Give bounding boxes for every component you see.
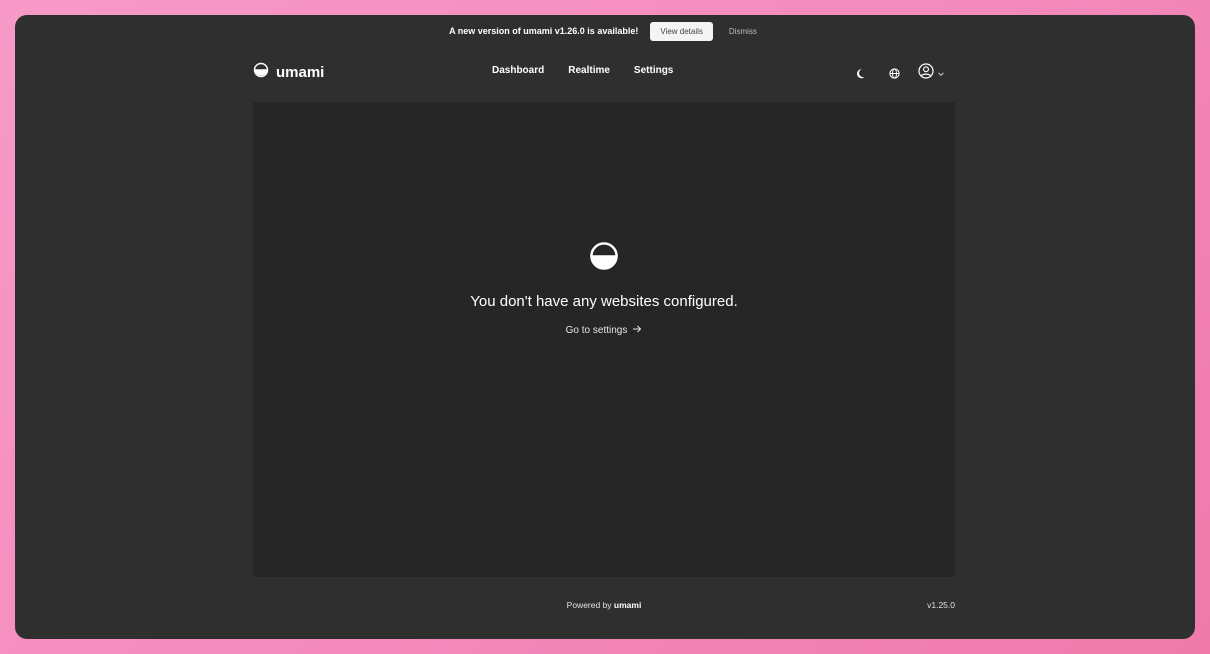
empty-state-message: You don't have any websites configured. — [470, 293, 738, 310]
brand-name: umami — [276, 63, 325, 81]
update-message: A new version of umami v1.26.0 is availa… — [449, 26, 639, 36]
powered-by: Powered by umami — [253, 600, 955, 610]
powered-by-label: Powered by — [566, 600, 612, 610]
footer: Powered by umami v1.25.0 — [253, 600, 955, 614]
powered-by-brand-link[interactable]: umami — [614, 600, 641, 610]
go-to-settings-link[interactable]: Go to settings — [566, 324, 643, 337]
nav-settings[interactable]: Settings — [634, 65, 673, 76]
app-window: A new version of umami v1.26.0 is availa… — [15, 15, 1195, 639]
empty-state: You don't have any websites configured. … — [253, 241, 955, 337]
nav-realtime[interactable]: Realtime — [568, 65, 610, 76]
update-banner: A new version of umami v1.26.0 is availa… — [15, 15, 1195, 47]
umami-logo-icon — [253, 62, 269, 83]
umami-logo-icon — [589, 241, 619, 276]
brand-logo[interactable]: umami — [253, 62, 453, 83]
chevron-down-icon — [937, 65, 945, 83]
app-version: v1.25.0 — [927, 600, 955, 610]
nav-dashboard[interactable]: Dashboard — [492, 65, 544, 76]
moon-icon[interactable] — [854, 66, 870, 82]
dismiss-button[interactable]: Dismiss — [725, 27, 761, 36]
main-nav: Dashboard Realtime Settings — [492, 65, 673, 76]
arrow-right-icon — [632, 324, 642, 337]
view-details-button[interactable]: View details — [650, 21, 713, 41]
header-actions — [854, 63, 945, 84]
top-header: umami Dashboard Realtime Settings — [253, 59, 955, 85]
go-to-settings-label: Go to settings — [565, 325, 628, 336]
profile-menu[interactable] — [918, 63, 945, 84]
main-panel: You don't have any websites configured. … — [253, 102, 955, 577]
user-icon — [918, 63, 934, 84]
globe-icon[interactable] — [886, 66, 902, 82]
